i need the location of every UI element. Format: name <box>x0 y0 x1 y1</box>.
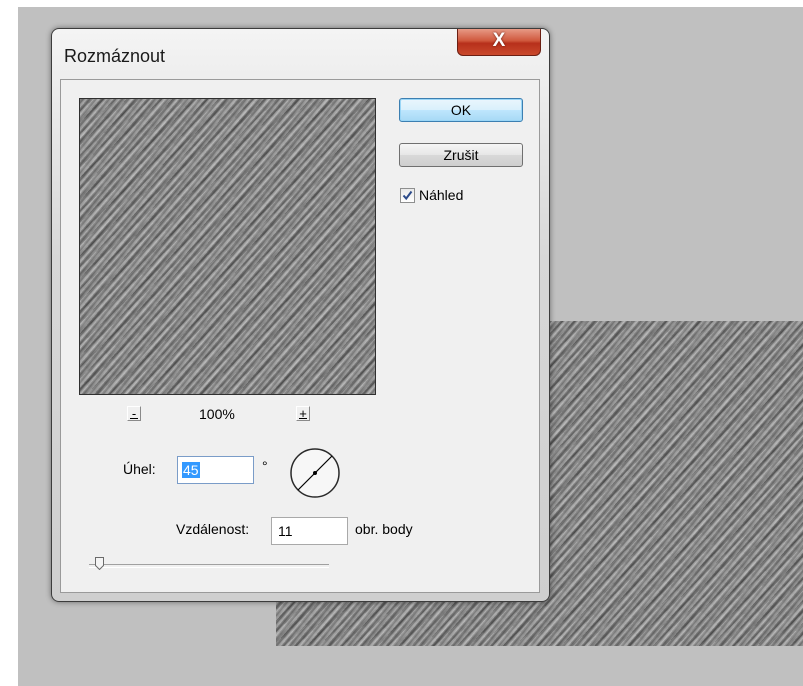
dialog-title: Rozmáznout <box>64 46 166 66</box>
distance-label: Vzdálenost: <box>176 521 250 537</box>
degree-symbol: ° <box>262 458 268 474</box>
distance-unit: obr. body <box>355 521 413 537</box>
close-button[interactable]: X <box>457 29 541 56</box>
preview-pane[interactable] <box>79 98 376 395</box>
preview-checkbox[interactable] <box>400 188 415 203</box>
motion-blur-dialog: Rozmáznout X - 100% + OK Zrušit Náhled Ú… <box>51 28 550 602</box>
close-icon: X <box>492 30 506 51</box>
angle-input[interactable]: 45 <box>177 456 254 484</box>
cancel-button[interactable]: Zrušit <box>399 143 523 167</box>
zoom-out-button[interactable]: - <box>127 406 141 421</box>
distance-value: 11 <box>278 523 293 539</box>
title-bar[interactable]: Rozmáznout X <box>52 29 549 81</box>
zoom-in-button[interactable]: + <box>296 406 310 421</box>
plus-icon: + <box>299 406 307 421</box>
minus-icon: - <box>131 406 137 421</box>
angle-value: 45 <box>182 462 200 478</box>
dialog-content: - 100% + OK Zrušit Náhled Úhel: 45 ° Vzd… <box>60 79 540 593</box>
angle-dial[interactable] <box>289 447 341 499</box>
distance-slider-thumb[interactable] <box>95 557 104 570</box>
preview-checkbox-label: Náhled <box>419 187 464 203</box>
angle-label: Úhel: <box>123 461 156 477</box>
checkmark-icon <box>402 190 413 201</box>
zoom-level: 100% <box>199 406 235 422</box>
ok-button[interactable]: OK <box>399 98 523 122</box>
distance-input[interactable]: 11 <box>271 517 348 545</box>
distance-slider-track[interactable] <box>89 564 329 568</box>
